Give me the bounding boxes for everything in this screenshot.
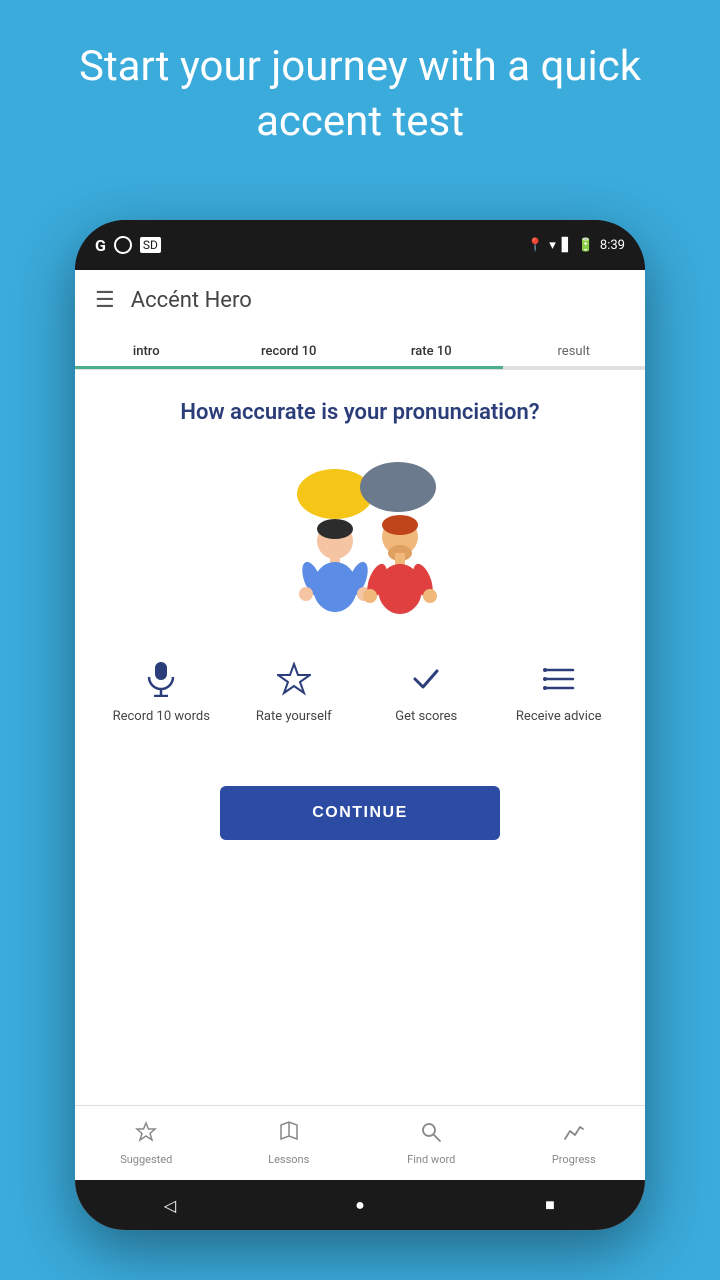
nav-suggested-label: Suggested [120,1153,172,1166]
steps-row: Record 10 words Rate yourself [95,649,625,736]
phone-frame: G SD 📍 ▾ ▋ 🔋 8:39 ☰ Accént Hero intro re… [75,220,645,1230]
step-scores-label: Get scores [395,709,457,726]
menu-icon[interactable]: ☰ [95,288,115,313]
location-icon: 📍 [527,238,543,253]
clock: 8:39 [600,238,625,253]
illustration [260,449,460,619]
main-content: How accurate is your pronunciation? [75,370,645,1105]
nav-lessons[interactable]: Lessons [218,1106,361,1180]
wifi-icon: ▾ [549,238,556,253]
google-icon: G [95,236,106,255]
suggested-icon [135,1121,157,1149]
app-title: Accént Hero [131,288,252,313]
step-advice-label: Receive advice [516,709,602,726]
nav-find-word[interactable]: Find word [360,1106,503,1180]
status-bar-right: 📍 ▾ ▋ 🔋 8:39 [527,238,625,253]
circle-icon [114,236,132,254]
status-bar: G SD 📍 ▾ ▋ 🔋 8:39 [75,220,645,270]
background-header: Start your journey with a quick accent t… [0,0,720,169]
tab-rate[interactable]: rate 10 [360,330,503,369]
step-record: Record 10 words [106,659,216,726]
step-record-label: Record 10 words [113,709,210,726]
question-title: How accurate is your pronunciation? [180,400,539,425]
find-word-icon [420,1121,442,1149]
battery-icon: 🔋 [578,238,594,253]
progress-icon [563,1121,585,1149]
nav-suggested[interactable]: Suggested [75,1106,218,1180]
step-rate: Rate yourself [239,659,349,726]
lessons-icon [278,1121,300,1149]
android-nav-bar: ◁ ● ■ [75,1180,645,1230]
nav-progress-label: Progress [552,1153,596,1166]
bottom-nav: Suggested Lessons Find [75,1105,645,1180]
microphone-icon [146,659,176,699]
step-advice: Receive advice [504,659,614,726]
status-bar-left: G SD [95,236,161,255]
back-button[interactable]: ◁ [155,1190,185,1220]
tab-result[interactable]: result [503,330,646,369]
step-scores: Get scores [371,659,481,726]
continue-button[interactable]: CONTINUE [220,786,500,840]
list-icon [543,659,575,699]
top-bar: ☰ Accént Hero [75,270,645,330]
home-button[interactable]: ● [345,1190,375,1220]
tab-intro[interactable]: intro [75,330,218,369]
app-screen: ☰ Accént Hero intro record 10 rate 10 re… [75,270,645,1230]
star-icon [277,659,311,699]
nav-lessons-label: Lessons [268,1153,309,1166]
signal-icon: ▋ [562,238,572,253]
recent-button[interactable]: ■ [535,1190,565,1220]
sd-icon: SD [140,237,161,253]
step-rate-label: Rate yourself [256,709,332,726]
check-icon [411,659,441,699]
nav-progress[interactable]: Progress [503,1106,646,1180]
tab-record[interactable]: record 10 [218,330,361,369]
tabs-container: intro record 10 rate 10 result [75,330,645,370]
nav-find-word-label: Find word [407,1153,455,1166]
